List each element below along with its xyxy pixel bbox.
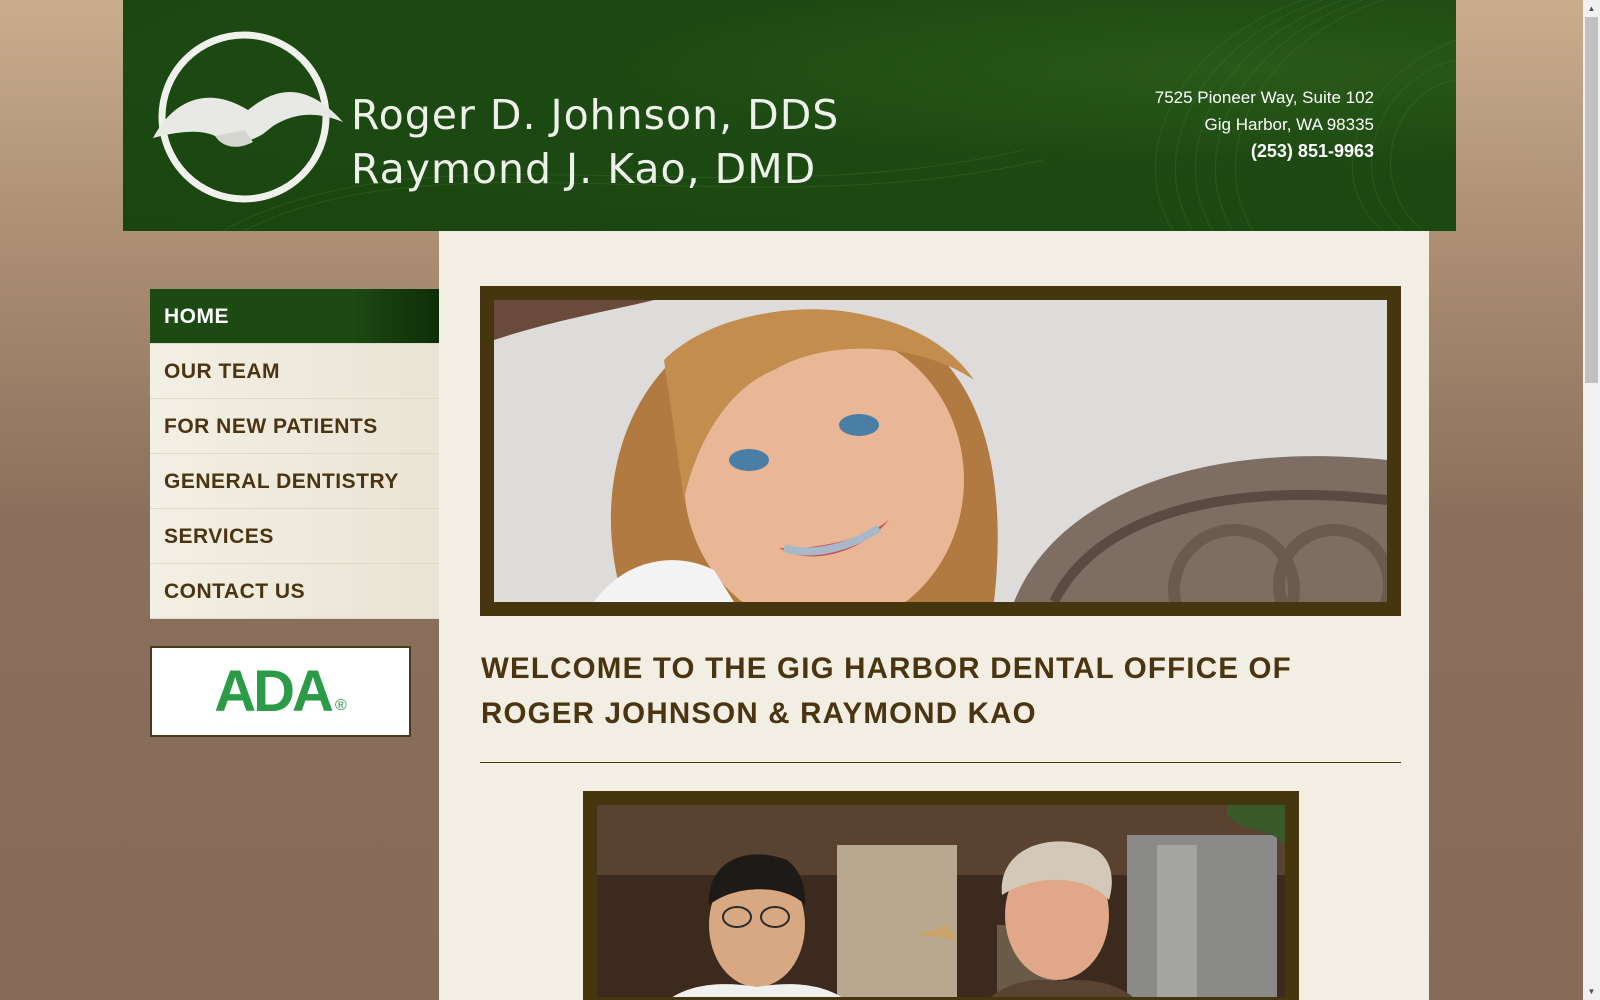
nav-item-for-new-patients[interactable]: FOR NEW PATIENTS <box>150 399 439 454</box>
welcome-heading-line-1: WELCOME TO THE GIG HARBOR DENTAL OFFICE … <box>481 652 1292 685</box>
welcome-heading: WELCOME TO THE GIG HARBOR DENTAL OFFICE … <box>481 646 1401 736</box>
scroll-up-arrow-icon[interactable]: ▲ <box>1583 0 1600 17</box>
ada-badge[interactable]: ADA ® <box>150 646 411 737</box>
address-street: 7525 Pioneer Way, Suite 102 <box>1154 88 1374 107</box>
welcome-heading-line-2: ROGER JOHNSON & RAYMOND KAO <box>481 697 1037 730</box>
page-scrollbar[interactable]: ▲ ▼ <box>1583 0 1600 1000</box>
main-navigation: HOME OUR TEAM FOR NEW PATIENTS GENERAL D… <box>150 289 439 619</box>
nav-item-our-team[interactable]: OUR TEAM <box>150 344 439 399</box>
site-header: Roger D. Johnson, DDS Raymond J. Kao, DM… <box>123 0 1456 231</box>
doctors-photo <box>583 791 1299 1000</box>
registered-mark: ® <box>334 696 347 714</box>
doctor-johnson-name: Roger D. Johnson, DDS <box>351 91 840 139</box>
scrollbar-thumb[interactable] <box>1585 17 1598 383</box>
hero-image-smiling-girl-with-braces <box>480 286 1401 616</box>
section-divider <box>480 762 1401 763</box>
phone-number[interactable]: (253) 851-9963 <box>1155 138 1374 165</box>
nav-item-home[interactable]: HOME <box>150 289 439 344</box>
seagull-logo-icon <box>153 31 343 203</box>
address-city: Gig Harbor, WA 98335 <box>1204 115 1374 134</box>
browser-viewport: Roger D. Johnson, DDS Raymond J. Kao, DM… <box>0 0 1583 1000</box>
doctor-kao-name: Raymond J. Kao, DMD <box>351 145 817 193</box>
ada-logo-text: ADA <box>214 659 334 724</box>
scroll-down-arrow-icon[interactable]: ▼ <box>1583 983 1600 1000</box>
nav-item-services[interactable]: SERVICES <box>150 509 439 564</box>
practice-name: Roger D. Johnson, DDS Raymond J. Kao, DM… <box>351 88 839 196</box>
hero-photo <box>494 300 1387 602</box>
office-address: 7525 Pioneer Way, Suite 102 Gig Harbor, … <box>1155 84 1374 165</box>
nav-item-contact-us[interactable]: CONTACT US <box>150 564 439 619</box>
nav-item-general-dentistry[interactable]: GENERAL DENTISTRY <box>150 454 439 509</box>
doctors-portrait <box>597 805 1285 997</box>
